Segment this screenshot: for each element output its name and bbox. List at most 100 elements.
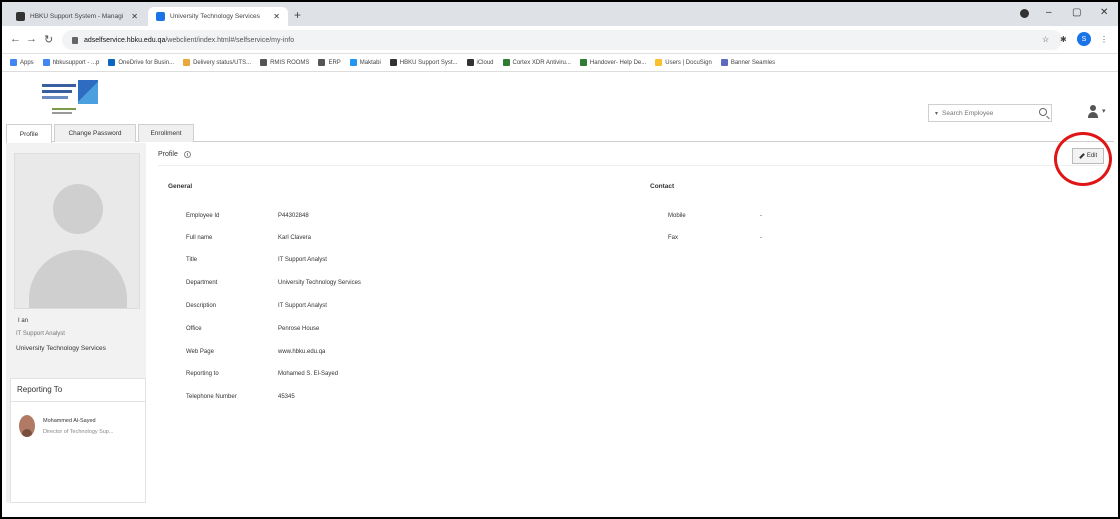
browser-tab-support-system[interactable]: HBKU Support System - Managi ✕ (8, 7, 146, 26)
screenshot-frame: HBKU Support System - Managi ✕ Universit… (0, 0, 1120, 519)
bookmark-item[interactable]: Users | DocuSign (655, 59, 712, 66)
close-tab-icon[interactable]: ✕ (273, 12, 280, 21)
search-employee-input[interactable] (942, 109, 1031, 117)
chevron-down-icon: ▾ (1102, 108, 1106, 115)
manager-title: Director of Technology Sup... (43, 429, 114, 435)
menu-kebab-icon[interactable]: ⋮ (1100, 35, 1108, 44)
bookmark-item[interactable]: Handover- Help De... (579, 59, 647, 66)
tab-profile[interactable]: Profile (6, 124, 52, 143)
close-tab-icon[interactable]: ✕ (131, 12, 138, 21)
field-label: Department (186, 280, 218, 286)
field-label: Web Page (186, 349, 214, 355)
bookmark-favicon-icon (260, 59, 268, 66)
general-heading: General (168, 183, 193, 190)
bookmark-favicon-icon (183, 59, 191, 66)
employee-search: ▾ (928, 104, 1052, 122)
profile-sidebar: I an IT Support Analyst University Techn… (6, 143, 146, 503)
bookmark-label: Users | DocuSign (665, 59, 712, 66)
employee-department: University Technology Services (16, 345, 106, 352)
field-label: Office (186, 326, 202, 332)
field-label: Employee Id (186, 213, 220, 219)
bookmark-item[interactable]: HBKU Support Syst... (389, 59, 458, 66)
extensions-icon[interactable]: ✱ (1060, 35, 1067, 44)
browser-tab-uts[interactable]: University Technology Services ✕ (148, 7, 288, 26)
bookmark-star-icon[interactable]: ☆ (1042, 35, 1049, 44)
manager-name[interactable]: Mohammed Al-Sayed (43, 418, 96, 424)
bookmark-label: OneDrive for Busin... (118, 59, 175, 66)
bookmark-item[interactable]: Cortex XDR Antiviru... (502, 59, 571, 66)
bookmark-item[interactable]: OneDrive for Busin... (108, 59, 174, 66)
new-tab-button[interactable]: + (294, 8, 301, 22)
reporting-to-card: Reporting To Mohammed Al-Sayed Director … (10, 378, 146, 503)
field-value: www.hbku.edu.qa (278, 349, 326, 355)
forward-icon[interactable]: → (26, 33, 37, 45)
history-icon[interactable] (183, 151, 191, 158)
bookmark-item[interactable]: iCloud (466, 59, 494, 66)
field-value: 45345 (278, 394, 295, 400)
field-value: IT Support Analyst (278, 303, 327, 309)
bookmark-label: Apps (20, 59, 34, 66)
contact-value: - (760, 213, 762, 219)
back-icon[interactable]: ← (10, 33, 21, 45)
tab-change-password[interactable]: Change Password (54, 124, 136, 142)
bookmark-item[interactable]: Delivery status/UTS... (183, 59, 251, 66)
account-avatar[interactable]: S (1077, 32, 1091, 46)
bookmark-item[interactable]: RMIS ROOMS (260, 59, 309, 66)
field-value: P44302848 (278, 213, 309, 219)
bookmark-label: ERP (328, 59, 341, 66)
field-label: Title (186, 257, 198, 263)
field-value: Karl Clavera (278, 235, 312, 241)
field-label: Full name (186, 235, 213, 241)
tab-enrollment[interactable]: Enrollment (138, 124, 194, 142)
field-label: Telephone Number (186, 394, 237, 400)
bookmark-label: Handover- Help De... (589, 59, 647, 66)
bookmark-item[interactable]: Apps (10, 59, 34, 66)
bookmark-favicon-icon (466, 59, 474, 66)
maximize-button[interactable]: ▢ (1072, 7, 1081, 18)
user-icon (1090, 105, 1096, 111)
bookmark-item[interactable]: Maktabi (349, 59, 381, 66)
field-label: Reporting to (186, 371, 219, 377)
url-path: /webclient/index.html#/selfservice/my-in… (165, 36, 295, 44)
bookmark-favicon-icon (42, 59, 50, 66)
profile-heading: Profile (158, 151, 191, 158)
bookmark-favicon-icon (579, 59, 587, 66)
bookmark-label: Cortex XDR Antiviru... (512, 59, 571, 66)
bookmark-item[interactable]: hbkusupport - ...p (42, 59, 99, 66)
bookmark-item[interactable]: Banner Seamles (720, 59, 775, 66)
bookmark-favicon-icon (720, 59, 728, 66)
address-bar[interactable]: adselfservice.hbku.edu.qa /webclient/ind… (62, 30, 1062, 50)
field-value: University Technology Services (278, 280, 361, 286)
field-label: Description (186, 303, 217, 309)
bookmark-favicon-icon (502, 59, 510, 66)
profile-heading-text: Profile (158, 151, 178, 158)
lock-icon (72, 36, 78, 44)
bookmarks-bar: Apps hbkusupport - ...p OneDrive for Busin… (2, 54, 1118, 72)
reporting-to-heading: Reporting To (17, 385, 63, 394)
field-value: IT Support Analyst (278, 257, 327, 263)
browser-profile-icon[interactable] (1020, 9, 1029, 18)
bookmark-label: RMIS ROOMS (270, 59, 310, 66)
bookmark-favicon-icon (10, 59, 17, 66)
bookmark-item[interactable]: ERP (318, 59, 341, 66)
field-value: Mohamed S. El-Sayed (278, 371, 339, 377)
bookmark-favicon-icon (108, 59, 116, 66)
bookmark-favicon-icon (389, 59, 397, 66)
employee-name: I an (18, 318, 29, 324)
support-system-favicon-icon (16, 12, 25, 21)
reload-icon[interactable]: ↻ (44, 33, 53, 46)
red-annotation-circle (1054, 132, 1112, 186)
bookmark-label: Maktabi (359, 59, 381, 66)
url-domain: adselfservice.hbku.edu.qa (84, 36, 166, 44)
bookmark-favicon-icon (318, 59, 326, 66)
minimize-button[interactable]: – (1046, 7, 1052, 18)
manager-avatar[interactable] (19, 415, 35, 437)
hbku-logo (42, 80, 100, 120)
user-menu[interactable]: ▾ (1088, 105, 1112, 119)
bookmark-label: Delivery status/UTS... (193, 59, 252, 66)
app-tabs: Profile Change Password Enrollment (6, 124, 1114, 143)
search-icon[interactable] (1039, 108, 1047, 116)
close-window-button[interactable]: ✕ (1100, 7, 1108, 18)
search-scope-dropdown-icon[interactable]: ▾ (935, 110, 938, 117)
contact-value: - (760, 235, 762, 241)
